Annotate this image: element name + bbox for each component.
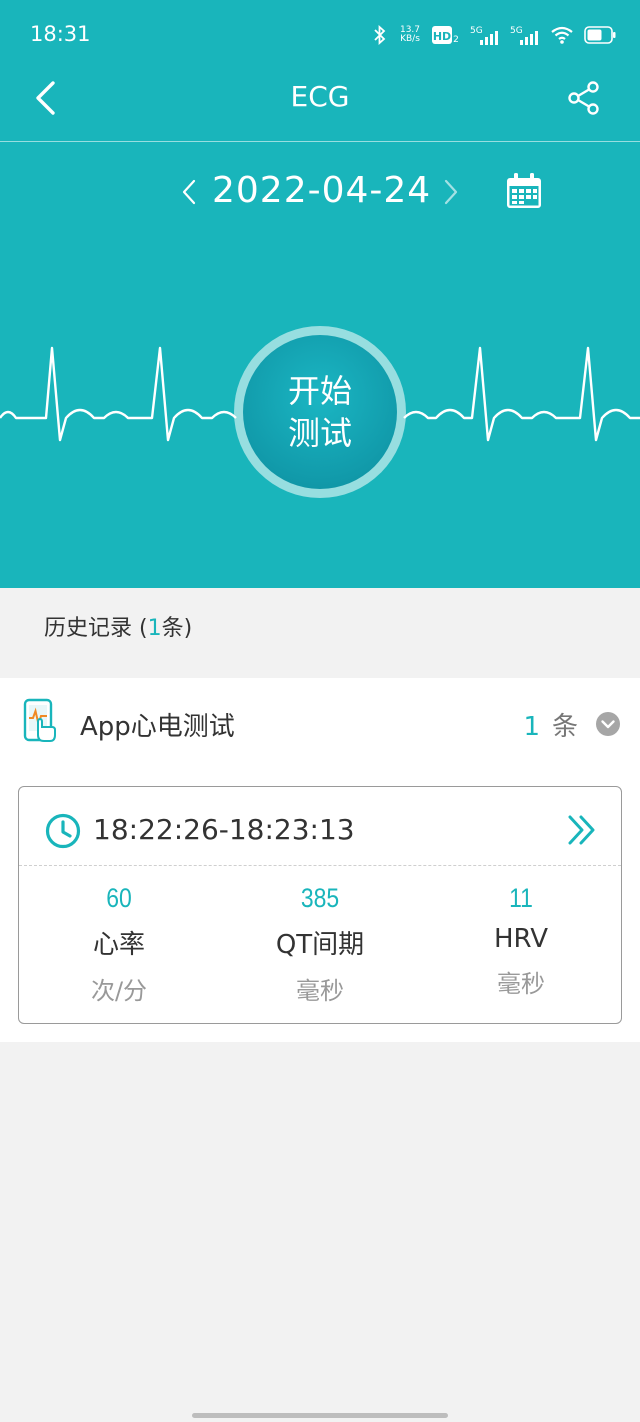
history-count-open: ( <box>139 616 148 641</box>
records-panel: App心电测试 1条 18:22:26-18:23:13 60 心率 次/分 3… <box>0 678 640 1042</box>
metric-heart-rate: 60 心率 次/分 <box>19 883 219 1006</box>
clock-icon <box>45 813 81 849</box>
page-title: ECG <box>290 80 350 113</box>
history-label: 历史记录 <box>44 616 133 641</box>
record-card[interactable]: 18:22:26-18:23:13 60 心率 次/分 385 QT间期 毫秒 … <box>18 786 622 1024</box>
metric-unit: 毫秒 <box>497 970 545 998</box>
double-chevron-right-icon[interactable] <box>567 813 597 847</box>
share-button[interactable] <box>562 76 606 120</box>
battery-icon <box>584 26 616 44</box>
status-icons: 13.7 KB/s HD 2 5G 5G <box>372 22 616 48</box>
start-test-label-line2: 测试 <box>287 414 352 452</box>
metric-unit: 次/分 <box>90 977 148 1005</box>
record-time-range: 18:22:26-18:23:13 <box>93 813 355 846</box>
nav-bar: ECG <box>0 70 640 142</box>
phone-ecg-icon <box>23 698 56 742</box>
next-date-button[interactable] <box>438 172 464 212</box>
status-bar: 18:31 13.7 KB/s HD 2 5G 5G <box>0 0 640 70</box>
home-indicator[interactable] <box>192 1413 448 1418</box>
metric-label: HRV <box>494 924 548 954</box>
metric-hrv: 11 HRV 毫秒 <box>421 883 621 999</box>
bluetooth-icon <box>374 24 386 46</box>
svg-text:5G: 5G <box>510 26 523 36</box>
metric-label: 心率 <box>92 930 145 960</box>
network-speed: 13.7 KB/s <box>399 25 421 44</box>
metric-qt-interval: 385 QT间期 毫秒 <box>220 883 420 1006</box>
signal-sim2-icon: 5G <box>510 26 538 45</box>
svg-text:2: 2 <box>453 35 459 45</box>
metric-value: 60 <box>106 883 132 913</box>
date-selector: 2022-04-24 <box>0 164 640 218</box>
svg-text:5G: 5G <box>470 26 483 36</box>
start-test-label-line1: 开始 <box>287 372 352 410</box>
hd-voice-icon: HD 2 <box>432 26 459 45</box>
metric-unit: 毫秒 <box>296 977 344 1005</box>
selected-date[interactable]: 2022-04-24 <box>212 170 431 211</box>
chevron-right-icon <box>444 179 458 205</box>
start-test-button[interactable]: 开始 测试 <box>243 335 397 489</box>
metric-value: 385 <box>300 883 340 913</box>
metric-value: 11 <box>509 883 533 913</box>
record-group-header[interactable]: App心电测试 1条 <box>0 678 640 768</box>
record-group-count-number: 1 <box>523 712 540 742</box>
calendar-icon <box>507 173 541 208</box>
record-divider <box>19 865 621 866</box>
history-count: 1 <box>147 616 162 641</box>
metric-label: QT间期 <box>275 930 365 960</box>
history-header: 历史记录 (1条) <box>44 610 192 642</box>
record-group-count: 1条 <box>523 706 578 743</box>
start-test-ring: 开始 测试 <box>234 326 406 498</box>
signal-sim1-icon: 5G <box>470 26 498 45</box>
wifi-icon <box>551 26 573 44</box>
history-count-suffix: 条) <box>161 616 193 641</box>
share-icon <box>568 81 599 115</box>
chevron-down-circle-icon[interactable] <box>596 712 620 736</box>
record-group-count-unit: 条 <box>551 712 578 742</box>
status-time: 18:31 <box>30 22 91 46</box>
record-group-title: App心电测试 <box>80 712 235 742</box>
previous-date-button[interactable] <box>176 172 202 212</box>
svg-text:HD: HD <box>433 30 451 43</box>
chevron-left-icon <box>182 179 196 205</box>
calendar-button[interactable] <box>504 170 544 212</box>
